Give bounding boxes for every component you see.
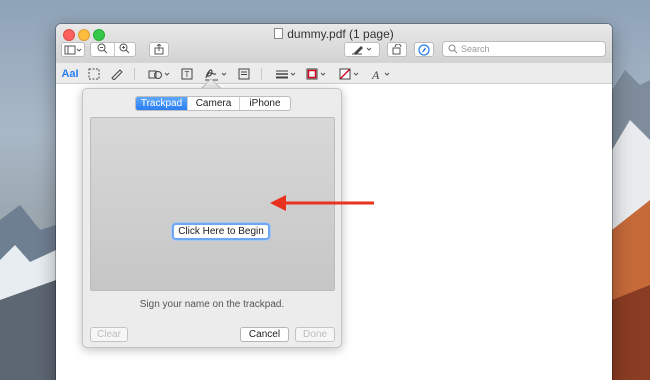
pdf-document-icon [274, 28, 284, 39]
markup-pen-circle-icon [418, 43, 430, 56]
text-selection-tool[interactable]: AaI [60, 66, 80, 82]
signature-popover: Trackpad Camera iPhone Click Here to Beg… [82, 88, 342, 348]
share-button[interactable] [149, 42, 169, 57]
annotation-arrow [270, 195, 374, 211]
tab-iphone[interactable]: iPhone [240, 97, 290, 110]
signature-hint: Sign your name on the trackpad. [139, 299, 285, 310]
clear-button[interactable]: Clear [90, 327, 128, 342]
svg-text:A: A [371, 68, 380, 81]
window-title: dummy.pdf (1 page) [56, 27, 612, 41]
search-input[interactable]: Search [442, 41, 606, 57]
text-box-icon: T [181, 68, 193, 80]
fill-color-icon [339, 68, 359, 80]
zoom-out-button[interactable] [91, 43, 113, 57]
border-color-picker[interactable] [305, 66, 331, 82]
sketch-pen-icon [111, 69, 123, 80]
note-tool[interactable] [236, 66, 252, 82]
signature-icon [205, 69, 227, 81]
svg-text:T: T [185, 70, 190, 79]
markup-toolbar-button[interactable] [414, 42, 434, 57]
signature-tool[interactable] [203, 66, 231, 82]
line-style-picker[interactable] [274, 66, 298, 82]
search-placeholder: Search [461, 44, 490, 54]
rectangular-selection-tool[interactable] [86, 66, 102, 82]
dashed-rectangle-icon [88, 68, 100, 80]
rotate-button[interactable] [387, 42, 407, 57]
tab-trackpad[interactable]: Trackpad [136, 97, 188, 110]
shapes-tool[interactable] [147, 66, 173, 82]
signature-source-tabs: Trackpad Camera iPhone [135, 96, 291, 111]
sketch-tool[interactable] [108, 66, 126, 82]
text-box-tool[interactable]: T [179, 66, 195, 82]
zoom-controls [90, 42, 136, 57]
cancel-button[interactable]: Cancel [240, 327, 289, 342]
shapes-icon [148, 70, 170, 79]
window-title-text: dummy.pdf (1 page) [287, 27, 394, 41]
fill-color-picker[interactable] [338, 66, 364, 82]
rotate-icon [392, 44, 402, 55]
tab-camera[interactable]: Camera [188, 97, 240, 110]
highlight-button[interactable] [344, 42, 380, 57]
note-icon [238, 68, 250, 80]
title-bar: dummy.pdf (1 page) Search [56, 24, 612, 62]
click-to-begin-button[interactable]: Click Here to Begin [172, 223, 270, 240]
zoom-in-icon [119, 43, 129, 53]
line-style-icon [276, 70, 296, 79]
done-button[interactable]: Done [295, 327, 335, 342]
zoom-in-button[interactable] [113, 43, 135, 57]
markup-toolbar: AaI T A [56, 62, 612, 84]
sidebar-icon [64, 45, 82, 54]
text-style-picker[interactable]: A [370, 66, 394, 82]
search-icon [448, 44, 458, 54]
text-style-icon: A [371, 68, 390, 81]
share-icon [154, 44, 164, 55]
zoom-out-icon [97, 43, 107, 53]
sidebar-view-button[interactable] [61, 42, 85, 57]
highlighter-pen-icon [352, 46, 372, 55]
border-color-icon [306, 68, 326, 80]
